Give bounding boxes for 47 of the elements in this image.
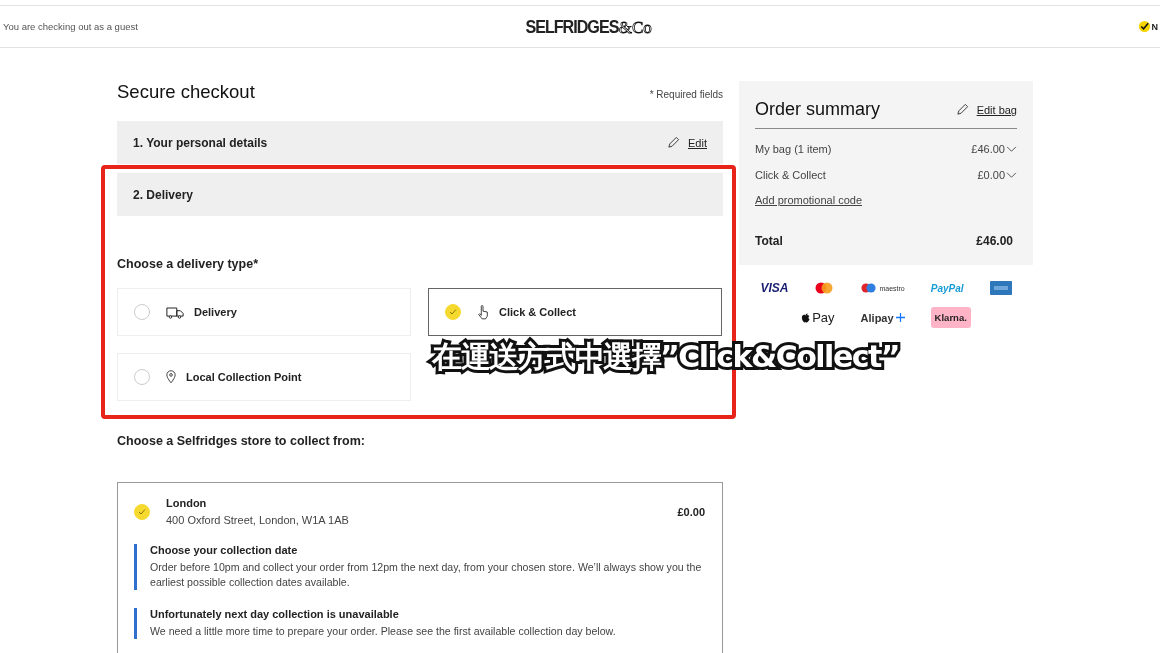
delivery-option[interactable]: Local Collection Point [117,353,411,401]
note-title: Choose your collection date [150,544,299,556]
pin-icon [166,370,176,384]
note-text: We need a little more time to prepare your order. Please see the first available collection day below. [150,624,617,639]
truck-icon [166,305,184,319]
hand-icon [477,304,489,320]
corner-text: N [1151,21,1158,32]
logo[interactable]: SELFRIDGES&Co [509,15,652,38]
edit-link[interactable]: Edit [688,136,707,149]
note-title: Unfortunately next day collection is unavailable [150,608,400,620]
summary-label: Click & Collect [755,169,826,181]
store-address: 400 Oxford Street, London, W1A 1AB [166,514,350,526]
klarna-logo: Klarna. [930,307,971,328]
total-value: £46.00 [976,234,1013,248]
check-icon [1137,20,1151,33]
delivery-option[interactable]: Click & Collect [428,288,722,336]
page-title: Secure checkout [117,81,255,103]
summary-title: Order summary [755,99,880,120]
section-header[interactable]: 2. Delivery [117,173,723,216]
summary-value: £0.00 [977,169,1005,181]
note-text: Order before 10pm and collect your order from 12pm the next day, from your chosen store. We’ll always show you the earliest possible collection dates available. [150,560,703,590]
store-name: London [166,497,208,509]
amex-logo [989,281,1012,295]
pencil-icon [667,136,681,149]
visa-logo: VISA [760,281,789,295]
summary-label: My bag (1 item) [755,143,832,155]
chevron-down-icon[interactable] [1006,171,1017,179]
delivery-option[interactable]: Delivery [117,288,411,336]
paypal-logo: PayPal [930,282,964,294]
store-price: £0.00 [677,505,705,518]
mastercard-logo [814,282,835,294]
apple-pay-logo: Pay [801,310,835,325]
edit-bag-link[interactable]: Edit bag [976,103,1017,116]
pencil-icon [955,103,969,116]
alipay-logo: Alipay [860,311,905,324]
required-note: * Required fields [649,89,723,100]
store-card[interactable] [117,482,723,653]
summary-value: £46.00 [971,143,1005,155]
total-label: Total [755,234,783,248]
guest-note: You are checking out as a guest [3,21,139,32]
delivery-type-label: Choose a delivery type* [117,257,260,271]
promo-link[interactable]: Add promotional code [755,194,862,206]
check-icon [448,307,458,317]
chevron-down-icon[interactable] [1006,145,1017,153]
check-icon [137,506,147,517]
section-header[interactable]: 1. Your personal details Edit [117,121,723,164]
store-label: Choose a Selfridges store to collect from: [117,434,366,448]
